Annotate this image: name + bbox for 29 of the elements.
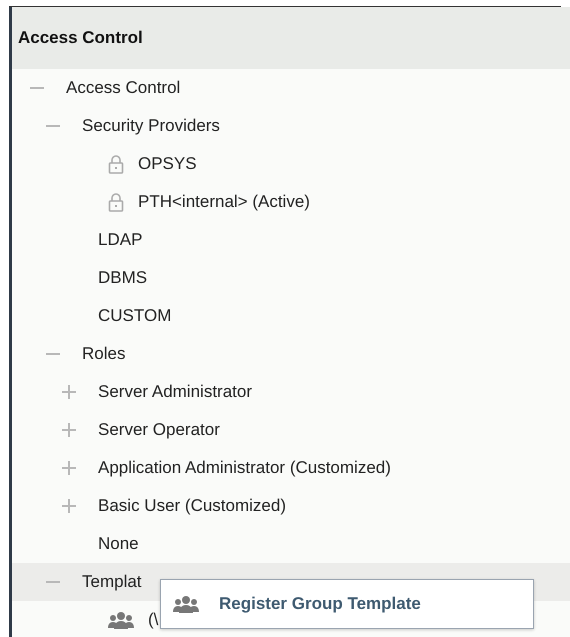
tree-item-label[interactable]: None (98, 534, 139, 554)
tree-item-label[interactable]: Security Providers (82, 116, 220, 136)
panel-title: Access Control (18, 28, 143, 48)
tree-item-label[interactable]: LDAP (98, 230, 142, 250)
tree-item-label[interactable]: Templat (82, 572, 142, 592)
menu-item[interactable]: Register Group Template (161, 580, 421, 628)
tree-item-label[interactable]: Roles (82, 344, 126, 364)
tree-item-label[interactable]: PTH<internal> (Active) (138, 192, 310, 212)
collapse-icon[interactable] (46, 352, 60, 356)
tree-item-label[interactable]: Server Administrator (98, 382, 252, 402)
collapse-icon[interactable] (46, 580, 60, 584)
group-icon (108, 611, 134, 629)
tree-item-label[interactable]: Application Administrator (Customized) (98, 458, 391, 478)
expand-icon[interactable] (62, 461, 76, 475)
collapse-icon[interactable] (46, 124, 60, 128)
lock-icon (108, 154, 124, 174)
expand-icon[interactable] (62, 423, 76, 437)
tree-item-label[interactable]: Server Operator (98, 420, 220, 440)
tree-item-label[interactable]: OPSYS (138, 154, 197, 174)
tree-item-label[interactable]: Access Control (66, 78, 180, 98)
collapse-icon[interactable] (30, 86, 44, 90)
expand-icon[interactable] (62, 499, 76, 513)
expand-icon[interactable] (62, 385, 76, 399)
lock-icon (108, 192, 124, 212)
tree-item-label[interactable]: Basic User (Customized) (98, 496, 286, 516)
group-icon (173, 595, 199, 613)
tree-item-label[interactable]: DBMS (98, 268, 148, 288)
tree-item-label[interactable]: (\ (148, 610, 158, 630)
tree-item-label[interactable]: CUSTOM (98, 306, 172, 326)
